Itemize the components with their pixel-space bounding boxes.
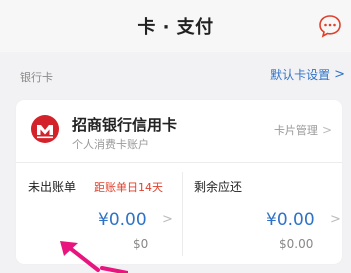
chevron-right-icon[interactable]: >: [330, 212, 341, 227]
top-header: 卡 · 支付: [0, 0, 351, 52]
due-days-badge: 距账单日14天: [94, 181, 163, 194]
divider: [16, 162, 342, 163]
annotation-arrow-icon: [60, 241, 128, 273]
default-card-settings-link[interactable]: 默认卡设置 >: [270, 66, 345, 83]
account-type: 个人消费卡账户: [72, 138, 149, 151]
remaining-amount-usd: $0.00: [279, 237, 314, 251]
page-title: 卡 · 支付: [137, 17, 214, 38]
chevron-right-icon: >: [334, 67, 345, 82]
remaining-amount-cny[interactable]: ¥0.00: [266, 210, 315, 230]
unbilled-amount-cny[interactable]: ¥0.00: [98, 210, 147, 230]
card-header[interactable]: 招商银行信用卡 个人消费卡账户 卡片管理 >: [16, 100, 342, 162]
chevron-right-icon: >: [321, 123, 332, 137]
remaining-label: 剩余应还: [194, 180, 243, 194]
divider-vertical: [182, 172, 183, 256]
chat-bubble-icon[interactable]: [317, 13, 343, 39]
card-manage-label: 卡片管理: [273, 124, 318, 137]
bank-card-section-header: 银行卡 默认卡设置 >: [0, 62, 351, 90]
default-card-settings-label: 默认卡设置: [270, 68, 331, 82]
cmb-logo-icon: [31, 115, 59, 143]
section-title: 银行卡: [20, 71, 53, 84]
bank-name: 招商银行信用卡: [72, 116, 178, 134]
unbilled-label: 未出账单: [28, 180, 77, 194]
unbilled-amount-usd: $0: [133, 237, 149, 251]
chevron-right-icon[interactable]: >: [162, 212, 173, 227]
card-manage-link[interactable]: 卡片管理 >: [274, 122, 332, 138]
